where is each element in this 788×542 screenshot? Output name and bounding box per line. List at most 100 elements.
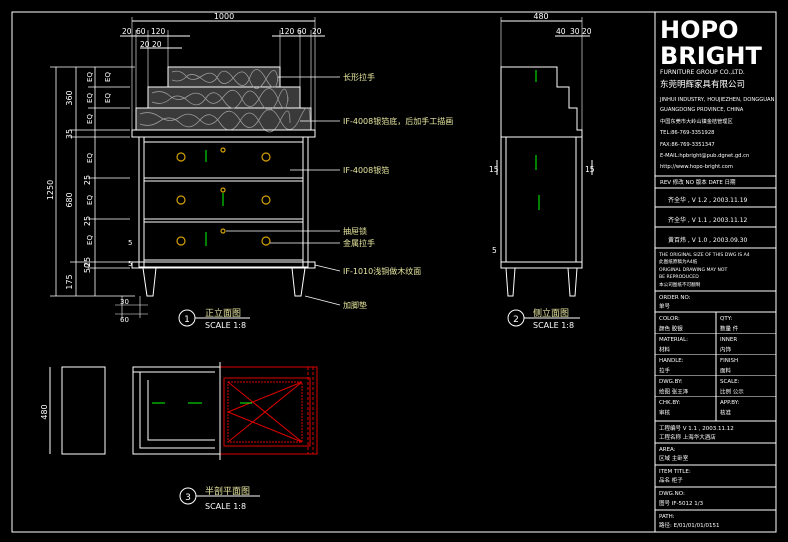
- dim-inner-5-a: 5: [128, 239, 132, 247]
- tb-row-right: 数量 件: [720, 325, 739, 333]
- view-label-side: 2 侧立面图 SCALE 1:8: [507, 307, 580, 330]
- callout-silver-foil: IF-4008银箔: [343, 165, 389, 175]
- dim-height-680: 680: [65, 192, 74, 207]
- dim-eq-8: EQ: [104, 93, 112, 103]
- dim-top-120-a: 120: [151, 27, 166, 36]
- view-num-front: 1: [184, 315, 190, 325]
- item-title-value: 品名 柜子: [659, 476, 683, 484]
- note-4: BE REPRODUCED: [659, 274, 699, 280]
- order-no-cn: 单号: [659, 302, 671, 310]
- view-scale-side: SCALE 1:8: [533, 321, 574, 330]
- tb-row-left: 审核: [659, 409, 671, 417]
- revision-2: 齐全华 , V 1.1 , 2003.11.12: [668, 216, 748, 224]
- title-block: HOPO BRIGHT FURNITURE GROUP CO.,LTD. 东莞明…: [654, 12, 776, 532]
- side-tiers: [500, 66, 583, 138]
- callout-leg-finish: IF-1010浅铜做木纹面: [343, 266, 421, 276]
- addr-line-5: FAX:86-769-3351347: [660, 142, 715, 148]
- tb-row-right: 内饰: [720, 346, 732, 354]
- view-label-plan: 3 半剖平面图 SCALE 1:8: [179, 485, 260, 511]
- drawing-canvas: 1000 20 60 120 120 60 20 20 20 1250 680 …: [11, 11, 777, 533]
- order-no-label: ORDER NO:: [659, 295, 691, 301]
- addr-line-7: http://www.hopo-bright.com: [660, 164, 733, 170]
- tb-row-left: 材料: [659, 346, 671, 354]
- view-title-plan: 半剖平面图: [205, 485, 250, 497]
- revision-3: 黄百炜 , V 1.0 , 2003.09.30: [668, 236, 748, 244]
- note-5: 本公司图纸不可翻制: [659, 281, 701, 288]
- dim-height-175: 175: [65, 274, 74, 289]
- addr-line-3: 中国东莞市大岭山镇金桔管理区: [660, 117, 733, 125]
- rev-header: REV 修改 NO 版本 DATE 日期: [660, 178, 736, 186]
- dim-bottom-30: 30: [120, 298, 129, 306]
- tb-row-right: SCALE:: [720, 379, 740, 385]
- tb-row-right: QTY:: [720, 316, 732, 322]
- drawer-3: [143, 221, 304, 261]
- dim-top-60-b: 60: [297, 27, 307, 36]
- addr-line-4: TEL:86-769-3351928: [659, 130, 714, 136]
- view-scale-plan: SCALE 1:8: [205, 502, 246, 511]
- dim-height-25-a: 25: [83, 175, 92, 185]
- dim-eq-3: EQ: [86, 114, 94, 124]
- leg-right: [291, 267, 306, 297]
- dim-height-360: 360: [65, 90, 74, 105]
- callout-veneer-top: IF-4008银箔底，后加手工描画: [343, 116, 453, 126]
- logo-bright: BRIGHT: [660, 42, 762, 70]
- area-label: AREA:: [659, 447, 676, 453]
- dim-eq-6: EQ: [86, 235, 94, 245]
- dim-bottom-60: 60: [120, 316, 129, 324]
- dim-top-60-a: 60: [136, 27, 146, 36]
- view-title-side: 侧立面图: [533, 307, 569, 319]
- tb-row-left: 拉手: [659, 367, 671, 375]
- area-value: 区域 主卧室: [659, 454, 689, 462]
- view-num-side: 2: [513, 315, 519, 325]
- plan-view: [49, 362, 318, 460]
- dim-side-40: 40: [556, 27, 566, 36]
- dim-side-480: 480: [533, 12, 548, 21]
- view-scale-front: SCALE 1:8: [205, 321, 246, 330]
- dim-side-20: 20: [582, 27, 592, 36]
- dim-eq-1: EQ: [86, 72, 94, 82]
- dim-top2-20-b: 20: [152, 40, 162, 49]
- dim-height-50: 50: [83, 263, 92, 273]
- dim-eq-4: EQ: [86, 153, 94, 163]
- tb-row-right: 比例 公示: [720, 388, 744, 396]
- dim-inner-5-b: 5: [128, 260, 132, 268]
- dim-eq-7: EQ: [104, 72, 112, 82]
- dim-eq-5: EQ: [86, 195, 94, 205]
- callout-drawer-lock: 抽屉锁: [343, 226, 367, 236]
- note-2: 此图纸原稿为A4纸: [659, 258, 698, 265]
- addr-line-6: E-MAIL:hpbright@pub.dgnet.gd.cn: [660, 153, 749, 159]
- dwg-no-value: 图号 IF-5012 1/3: [659, 499, 704, 507]
- side-carcass: [500, 136, 583, 263]
- leg-left: [142, 267, 157, 297]
- tb-row-left: 颜色 胶银: [659, 325, 683, 333]
- dim-top-120-b: 120: [280, 27, 295, 36]
- tb-row-right: 面料: [720, 367, 732, 375]
- dim-side-30: 30: [570, 27, 580, 36]
- dim-height-35: 35: [65, 129, 74, 139]
- dim-top-20-a: 20: [122, 27, 132, 36]
- front-elevation: [50, 17, 341, 318]
- path-label: PATH:: [659, 514, 675, 520]
- dim-height-25-b: 25: [83, 216, 92, 226]
- tb-row-right: APP.BY:: [720, 400, 739, 406]
- item-title-label: ITEM TITLE:: [659, 469, 691, 475]
- note-1: THE ORIGINAL SIZE OF THIS DWG IS A4: [658, 252, 750, 258]
- tb-row-left: 绘图 张王泽: [659, 388, 689, 396]
- side-elevation: [496, 17, 593, 297]
- dim-side-5: 5: [492, 246, 497, 255]
- tb-row-left: MATERIAL:: [659, 337, 688, 343]
- callout-leg-pad: 加脚垫: [343, 300, 367, 310]
- dim-top-20-b: 20: [312, 27, 322, 36]
- view-num-plan: 3: [185, 493, 191, 503]
- tb-row-left: DWG.BY:: [659, 379, 683, 385]
- drawer-1: [143, 141, 304, 179]
- dim-side-15-l: 15: [489, 165, 499, 174]
- tb-row-left: CHK.BY:: [659, 400, 680, 406]
- logo-hopo: HOPO: [660, 16, 738, 44]
- dim-width-1000: 1000: [214, 12, 234, 21]
- logo-sub: FURNITURE GROUP CO.,LTD.: [660, 69, 745, 76]
- tb-row-left: HANDLE:: [659, 358, 684, 364]
- path-value: 路径: E/01/01/01/0151: [659, 521, 719, 529]
- plan-outer: [132, 366, 221, 455]
- company-name-cn: 东莞明辉家具有限公司: [660, 79, 745, 90]
